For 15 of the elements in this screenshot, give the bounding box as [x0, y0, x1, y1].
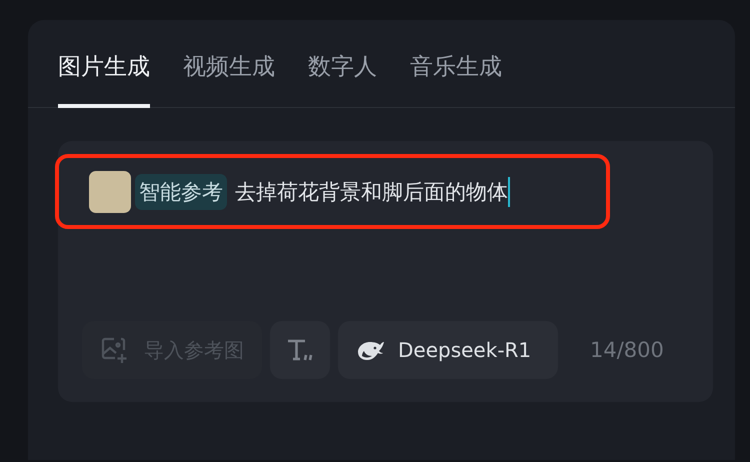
tab[interactable]: 图片生成	[58, 48, 150, 108]
text-style-button[interactable]	[270, 321, 330, 379]
text-cursor	[508, 176, 510, 206]
character-count: 14/800	[590, 338, 664, 362]
prompt-input[interactable]: 智能参考 去掉荷花背景和脚后面的物体	[55, 154, 610, 229]
whale-icon	[356, 339, 386, 361]
tab[interactable]: 音乐生成	[410, 48, 502, 108]
model-button[interactable]: Deepseek-R1	[338, 321, 558, 379]
add-image-icon	[100, 336, 128, 364]
tab[interactable]: 视频生成	[183, 48, 275, 108]
prompt-text: 去掉荷花背景和脚后面的物体	[235, 178, 508, 206]
tab[interactable]: 数字人	[308, 48, 377, 108]
photo-placeholder	[89, 170, 131, 212]
text-format-icon	[286, 337, 314, 363]
reference-tag[interactable]: 智能参考	[135, 174, 227, 210]
